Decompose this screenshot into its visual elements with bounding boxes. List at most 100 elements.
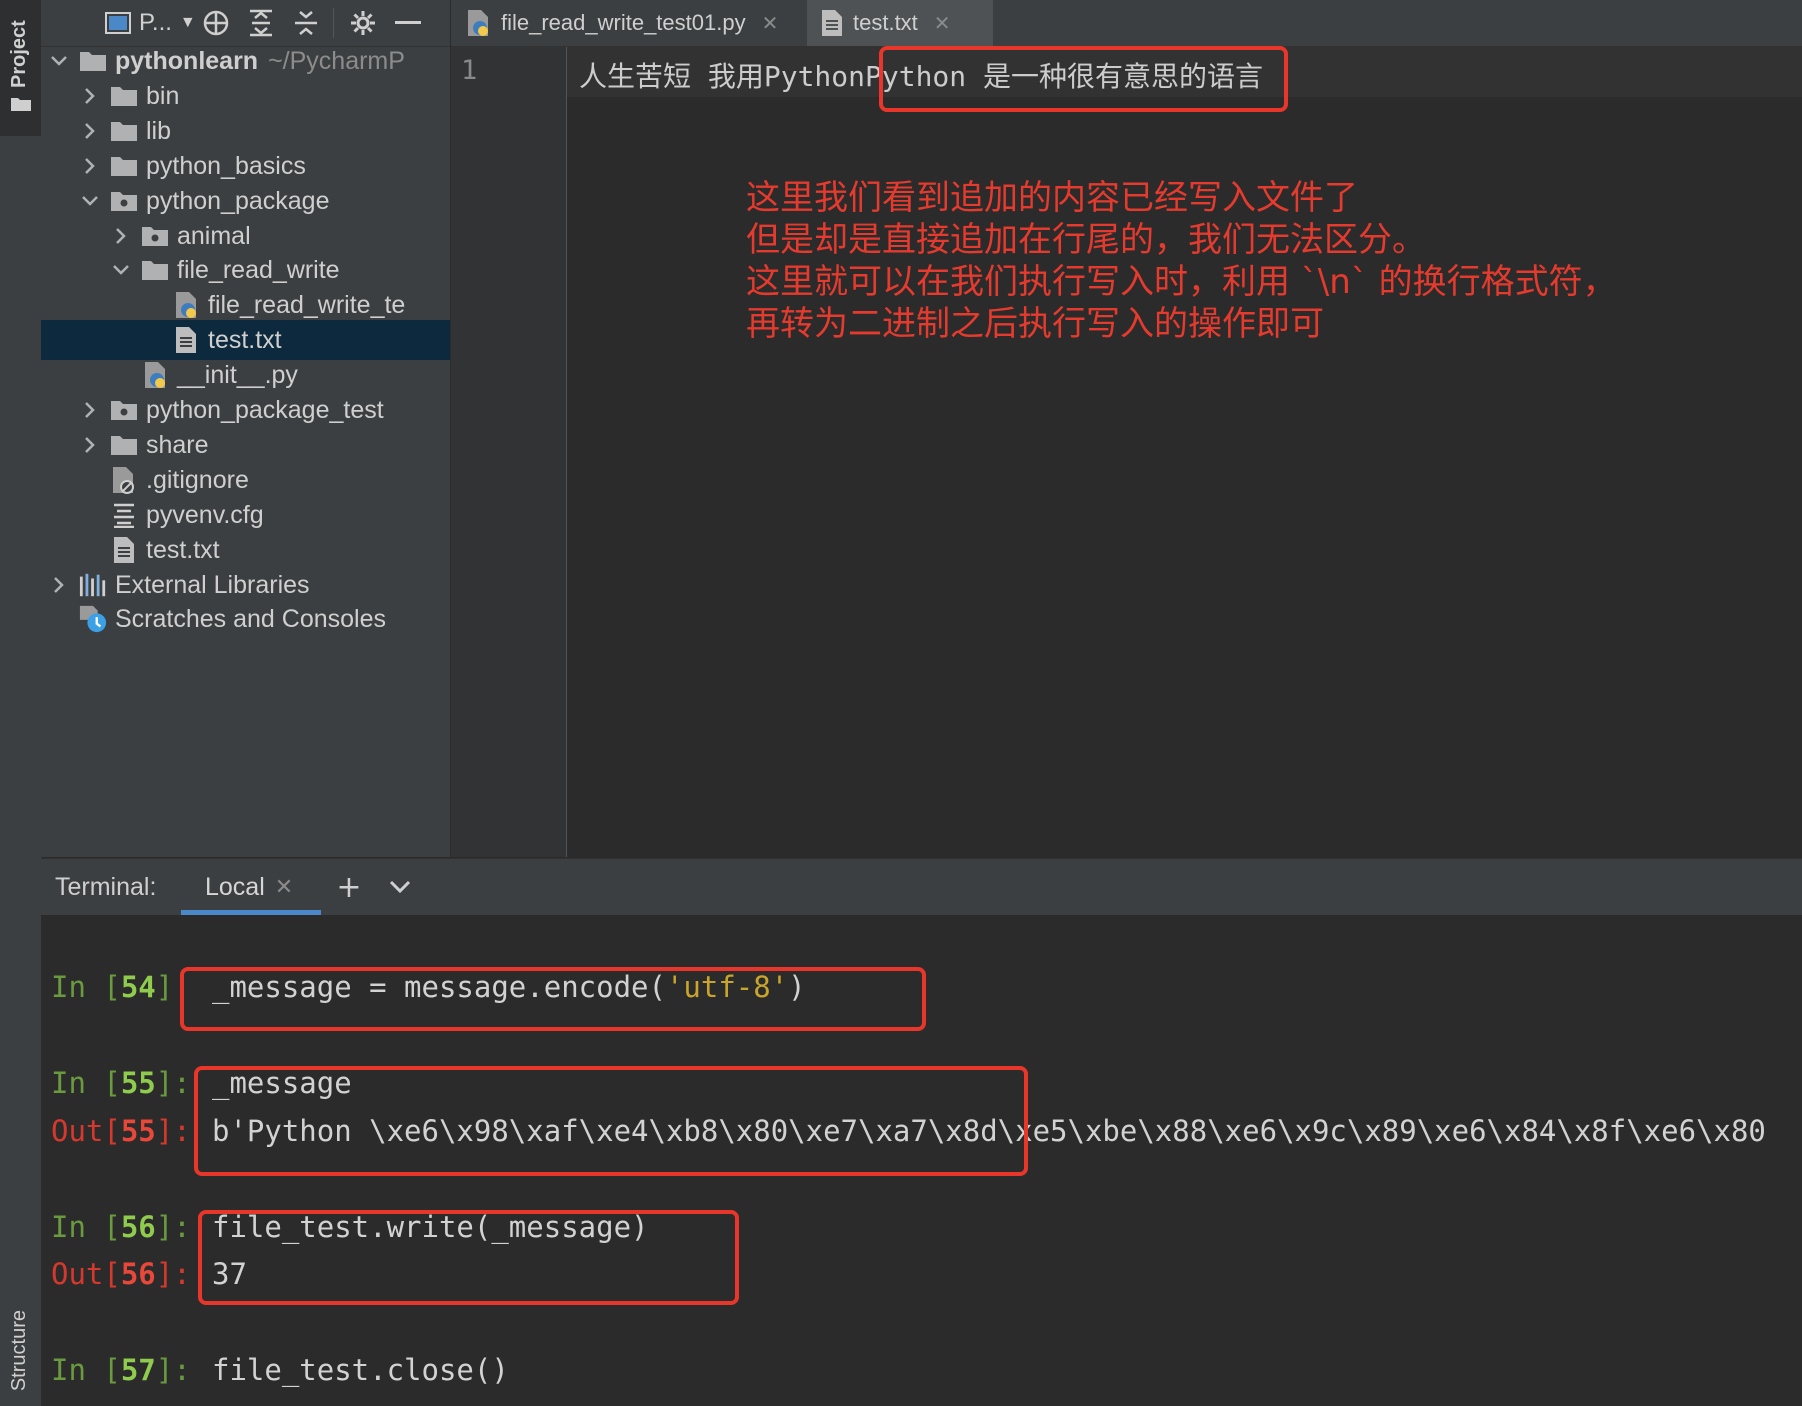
tree-item[interactable]: share [41, 425, 450, 465]
close-icon[interactable]: ✕ [275, 874, 293, 900]
folder-icon [110, 154, 138, 178]
toolbar-separator [333, 8, 334, 38]
annotation-line: 这里就可以在我们执行写入时，利用 `\n` 的换行格式符， [746, 262, 1617, 302]
tree-item[interactable]: test.txt [41, 530, 450, 570]
tree-item-label: file_read_write [177, 255, 340, 284]
scratches-icon [79, 605, 107, 633]
tree-item-label: bin [146, 81, 180, 110]
tree-item-label: Scratches and Consoles [115, 604, 386, 633]
tree-item[interactable]: python_package [41, 181, 450, 221]
tree-item-label: test.txt [208, 325, 282, 354]
package-folder-icon [110, 398, 138, 422]
annotation-line: 再转为二进制之后执行写入的操作即可 [746, 304, 1324, 344]
terminal-console[interactable]: In [54]: _message = message.encode('utf-… [41, 915, 1802, 1406]
tree-item[interactable]: pyvenv.cfg [41, 495, 450, 535]
terminal-label: Terminal: [55, 872, 157, 901]
tree-item[interactable]: bin [41, 76, 450, 116]
config-file-icon [110, 503, 138, 528]
chevron-right-icon[interactable] [80, 433, 100, 457]
tree-item-label: pyvenv.cfg [146, 500, 264, 529]
text-file-icon [110, 537, 138, 563]
terminal-tab-local[interactable]: Local ✕ [181, 859, 321, 915]
minimize-icon[interactable] [393, 8, 423, 38]
tab-label: test.txt [853, 10, 918, 35]
folder-icon [11, 98, 31, 111]
project-view-selector[interactable]: P... ▼ [105, 0, 196, 46]
tree-item[interactable]: __init__.py [41, 355, 450, 395]
project-view-title: P... [139, 9, 172, 36]
tab-test-txt[interactable]: test.txt ✕ [807, 0, 993, 46]
tree-item[interactable]: python_basics [41, 146, 450, 186]
chevron-right-icon[interactable] [49, 573, 69, 597]
tree-item-path: ~/PycharmP [268, 47, 405, 75]
project-tool-tab[interactable]: Project [0, 0, 41, 136]
folder-icon [141, 258, 169, 282]
project-tree: pythonlearn ~/PycharmP bin lib python_basics… [41, 47, 450, 857]
chevron-down-icon[interactable] [382, 859, 418, 915]
tree-item-label: share [146, 430, 209, 459]
tree-item[interactable]: test.txt [41, 320, 450, 360]
project-window-icon [105, 12, 131, 34]
chevron-down-icon[interactable] [111, 258, 131, 282]
close-icon[interactable]: ✕ [762, 11, 779, 36]
folder-icon [110, 84, 138, 108]
python-file-icon [141, 362, 169, 388]
project-tab-label: Project [8, 20, 30, 88]
left-tool-stripe: Project Structure [0, 0, 42, 1406]
structure-tab-label: Structure [8, 1310, 30, 1392]
text-file-icon [172, 327, 200, 353]
chevron-down-icon[interactable] [49, 49, 69, 73]
tree-item-label: test.txt [146, 535, 220, 564]
python-file-icon [172, 292, 200, 318]
annotation-line: 这里我们看到追加的内容已经写入文件了 [746, 178, 1358, 218]
tree-item[interactable]: .gitignore [41, 460, 450, 500]
tab-file-read-write-test01[interactable]: file_read_write_test01.py ✕ [451, 0, 795, 46]
tree-item-label: python_package_test [146, 395, 384, 424]
package-folder-icon [141, 224, 169, 248]
highlight-box [879, 46, 1288, 112]
expand-all-icon[interactable] [246, 8, 276, 38]
plus-icon[interactable]: + [331, 859, 367, 915]
input-prompt: In [56]: [51, 1210, 191, 1244]
terminal-header: Terminal: Local ✕ + [41, 858, 1802, 916]
project-toolbar: P... ▼ [41, 0, 450, 47]
python-file-icon [468, 10, 488, 36]
tree-item[interactable]: file_read_write_te [41, 285, 450, 325]
folder-icon [110, 119, 138, 143]
chevron-right-icon[interactable] [80, 84, 100, 108]
line-number: 1 [461, 55, 478, 86]
gitignore-file-icon [110, 467, 138, 494]
tree-item[interactable]: lib [41, 111, 450, 151]
chevron-right-icon[interactable] [80, 119, 100, 143]
tree-item[interactable]: Scratches and Consoles [41, 599, 450, 639]
tree-item-label: python_basics [146, 151, 306, 180]
chevron-right-icon[interactable] [80, 398, 100, 422]
terminal-line: In [57]: file_test.close() [51, 1353, 509, 1387]
locate-icon[interactable] [201, 8, 231, 38]
chevron-down-icon[interactable] [80, 189, 100, 213]
tab-label: file_read_write_test01.py [501, 10, 746, 35]
folder-icon [110, 433, 138, 457]
tree-item[interactable]: file_read_write [41, 250, 450, 290]
close-icon[interactable]: ✕ [934, 11, 951, 36]
gear-icon[interactable] [348, 8, 378, 38]
text-file-icon [822, 10, 842, 36]
tree-item-label: External Libraries [115, 570, 310, 599]
tree-item-label: pythonlearn [115, 47, 259, 75]
line-gutter: 1 [451, 47, 567, 857]
terminal-tab-label: Local [205, 872, 265, 901]
tree-item-label: file_read_write_te [208, 290, 406, 319]
tree-item-label: python_package [146, 186, 330, 215]
collapse-all-icon[interactable] [291, 8, 321, 38]
folder-icon [79, 49, 107, 73]
text-editor[interactable]: 1 人生苦短 我用PythonPython 是一种很有意思的语言 这里我们看到追… [451, 46, 1802, 857]
chevron-right-icon[interactable] [111, 224, 131, 248]
tree-item[interactable]: python_package_test [41, 390, 450, 430]
chevron-right-icon[interactable] [80, 154, 100, 178]
tree-item-label: animal [177, 221, 251, 250]
